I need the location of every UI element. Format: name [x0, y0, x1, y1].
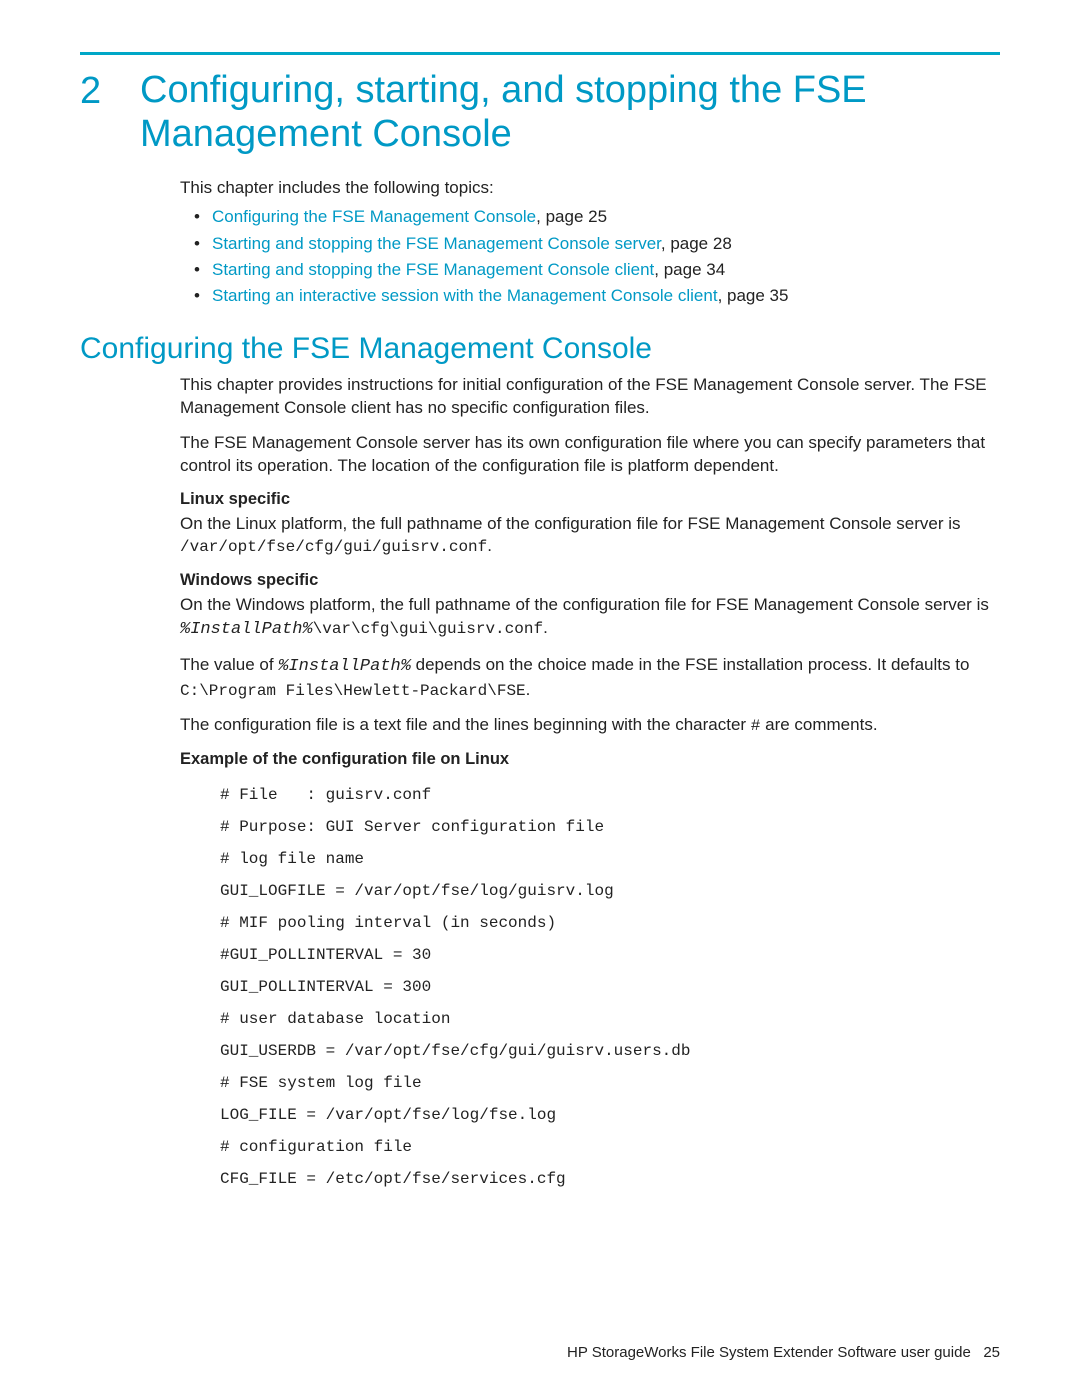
paragraph: The value of %InstallPath% depends on th…	[180, 654, 1000, 703]
text: On the Windows platform, the full pathna…	[180, 595, 989, 614]
toc-suffix: , page 28	[661, 234, 732, 253]
inline-code: #	[751, 717, 761, 735]
toc-suffix: , page 35	[718, 286, 789, 305]
code-block: # File : guisrv.conf # Purpose: GUI Serv…	[220, 779, 1000, 1195]
subheading-linux: Linux specific	[180, 490, 1000, 509]
paragraph: This chapter provides instructions for i…	[180, 374, 1000, 420]
code-line: CFG_FILE = /etc/opt/fse/services.cfg	[220, 1163, 1000, 1195]
inline-code-italic: %InstallPath%	[278, 657, 411, 676]
toc-item: Configuring the FSE Management Console, …	[198, 204, 1000, 230]
code-line: # MIF pooling interval (in seconds)	[220, 907, 1000, 939]
text: .	[487, 536, 492, 555]
chapter-title: Configuring, starting, and stopping the …	[140, 69, 1000, 156]
text: The value of	[180, 655, 278, 674]
toc-suffix: , page 25	[536, 207, 607, 226]
code-line: #GUI_POLLINTERVAL = 30	[220, 939, 1000, 971]
subheading-windows: Windows specific	[180, 571, 1000, 590]
code-line: # FSE system log file	[220, 1067, 1000, 1099]
section-heading: Configuring the FSE Management Console	[80, 332, 1000, 366]
code-line: GUI_USERDB = /var/opt/fse/cfg/gui/guisrv…	[220, 1035, 1000, 1067]
chapter-heading: 2 Configuring, starting, and stopping th…	[80, 69, 1000, 156]
toc-item: Starting an interactive session with the…	[198, 283, 1000, 309]
toc-link[interactable]: Configuring the FSE Management Console	[212, 207, 536, 226]
top-rule	[80, 52, 1000, 55]
paragraph: The FSE Management Console server has it…	[180, 432, 1000, 478]
page-footer: HP StorageWorks File System Extender Sof…	[567, 1344, 1000, 1361]
code-line: GUI_LOGFILE = /var/opt/fse/log/guisrv.lo…	[220, 875, 1000, 907]
text: The configuration file is a text file an…	[180, 715, 751, 734]
toc-link[interactable]: Starting and stopping the FSE Management…	[212, 260, 654, 279]
footer-text: HP StorageWorks File System Extender Sof…	[567, 1344, 971, 1361]
inline-code: C:\Program Files\Hewlett-Packard\FSE	[180, 682, 526, 700]
text: .	[543, 618, 548, 637]
text: .	[526, 680, 531, 699]
toc-link[interactable]: Starting an interactive session with the…	[212, 286, 718, 305]
page: 2 Configuring, starting, and stopping th…	[0, 0, 1080, 1397]
inline-code: \var\cfg\gui\guisrv.conf	[313, 620, 543, 638]
paragraph: On the Windows platform, the full pathna…	[180, 594, 1000, 642]
toc-link[interactable]: Starting and stopping the FSE Management…	[212, 234, 661, 253]
subheading-example: Example of the configuration file on Lin…	[180, 750, 1000, 769]
toc-item: Starting and stopping the FSE Management…	[198, 257, 1000, 283]
toc-suffix: , page 34	[654, 260, 725, 279]
inline-code-italic: %InstallPath%	[180, 620, 313, 639]
toc-list: Configuring the FSE Management Console, …	[180, 204, 1000, 309]
paragraph: The configuration file is a text file an…	[180, 714, 1000, 738]
paragraph: On the Linux platform, the full pathname…	[180, 513, 1000, 560]
chapter-number: 2	[80, 69, 140, 113]
code-line: # user database location	[220, 1003, 1000, 1035]
text: depends on the choice made in the FSE in…	[411, 655, 970, 674]
code-line: # Purpose: GUI Server configuration file	[220, 811, 1000, 843]
page-number: 25	[983, 1344, 1000, 1361]
code-line: # log file name	[220, 843, 1000, 875]
code-line: LOG_FILE = /var/opt/fse/log/fse.log	[220, 1099, 1000, 1131]
code-line: # configuration file	[220, 1131, 1000, 1163]
inline-code: /var/opt/fse/cfg/gui/guisrv.conf	[180, 538, 487, 556]
text: On the Linux platform, the full pathname…	[180, 514, 961, 533]
text: are comments.	[760, 715, 877, 734]
code-line: # File : guisrv.conf	[220, 779, 1000, 811]
code-line: GUI_POLLINTERVAL = 300	[220, 971, 1000, 1003]
toc-item: Starting and stopping the FSE Management…	[198, 231, 1000, 257]
intro-text: This chapter includes the following topi…	[180, 178, 1000, 198]
